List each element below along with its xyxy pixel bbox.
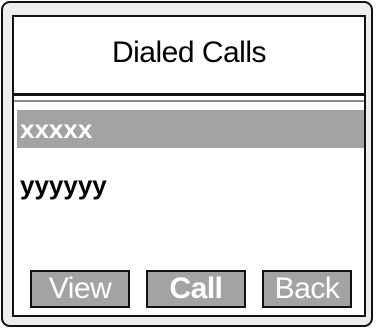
title-bar: Dialed Calls xyxy=(14,17,364,96)
call-list-item-selected[interactable]: xxxxx xyxy=(17,110,364,148)
call-list-item-label: yyyyyy xyxy=(20,169,107,200)
title-divider xyxy=(14,100,364,102)
view-softkey[interactable]: View xyxy=(30,270,130,308)
call-list-item[interactable]: yyyyyy xyxy=(17,166,364,204)
screen-title: Dialed Calls xyxy=(111,36,267,69)
phone-device-frame: Dialed Calls xxxxx yyyyyy View Call Back xyxy=(1,1,373,327)
phone-screen: Dialed Calls xxxxx yyyyyy View Call Back xyxy=(12,15,366,317)
call-softkey[interactable]: Call xyxy=(146,270,246,308)
call-list-item-label: xxxxx xyxy=(20,113,93,144)
back-softkey[interactable]: Back xyxy=(262,270,352,308)
